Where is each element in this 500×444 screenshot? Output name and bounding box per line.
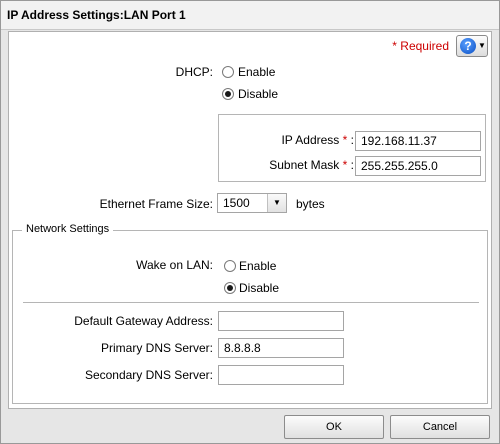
network-settings-group: Network Settings Wake on LAN: Enable Dis… [12, 223, 488, 404]
dns1-label: Primary DNS Server: [100, 341, 213, 355]
wol-enable-radio[interactable] [224, 260, 236, 272]
dns2-input[interactable] [218, 365, 344, 385]
frame-size-unit: bytes [296, 197, 325, 211]
ip-settings-dialog: IP Address Settings:LAN Port 1 * Require… [0, 0, 500, 444]
subnet-mask-label: Subnet Mask * : [269, 158, 354, 172]
ip-address-label: IP Address * : [281, 133, 354, 147]
ok-button[interactable]: OK [284, 415, 384, 439]
dialog-title: IP Address Settings:LAN Port 1 [7, 8, 186, 22]
frame-size-value: 1500 [223, 196, 250, 210]
dhcp-enable-label[interactable]: Enable [238, 65, 275, 79]
mask-required-star: * [342, 158, 348, 172]
dhcp-disable-radio[interactable] [222, 88, 234, 100]
ip-address-input[interactable]: 192.168.11.37 [355, 131, 481, 151]
subnet-mask-input[interactable]: 255.255.255.0 [355, 156, 481, 176]
static-ip-group: IP Address * : 192.168.11.37 Subnet Mask… [218, 114, 486, 182]
cancel-button[interactable]: Cancel [390, 415, 490, 439]
dialog-content: * Required ? ▼ DHCP: Enable Disable IP A… [8, 31, 492, 409]
dhcp-label: DHCP: [175, 65, 213, 79]
gateway-input[interactable] [218, 311, 344, 331]
frame-size-label: Ethernet Frame Size: [99, 197, 213, 211]
wol-disable-label[interactable]: Disable [239, 281, 279, 295]
required-label: Required [400, 39, 449, 53]
dhcp-disable-label[interactable]: Disable [238, 87, 278, 101]
dns2-label: Secondary DNS Server: [84, 368, 213, 382]
help-button[interactable]: ? ▼ [456, 35, 488, 57]
chevron-down-icon: ▼ [267, 194, 286, 212]
divider [23, 302, 479, 303]
required-note: * Required [392, 39, 449, 53]
gateway-label: Default Gateway Address: [74, 314, 213, 328]
chevron-down-icon: ▼ [478, 41, 486, 50]
required-star: * [392, 39, 397, 53]
wol-label: Wake on LAN: [136, 258, 213, 272]
question-icon: ? [460, 38, 476, 54]
frame-size-select[interactable]: 1500 ▼ [217, 193, 287, 213]
wol-disable-radio[interactable] [224, 282, 236, 294]
dns1-input[interactable]: 8.8.8.8 [218, 338, 344, 358]
dialog-titlebar[interactable]: IP Address Settings:LAN Port 1 [1, 1, 499, 30]
ip-required-star: * [342, 133, 348, 147]
wol-enable-label[interactable]: Enable [239, 259, 276, 273]
dhcp-enable-radio[interactable] [222, 66, 234, 78]
network-settings-legend: Network Settings [22, 223, 114, 235]
